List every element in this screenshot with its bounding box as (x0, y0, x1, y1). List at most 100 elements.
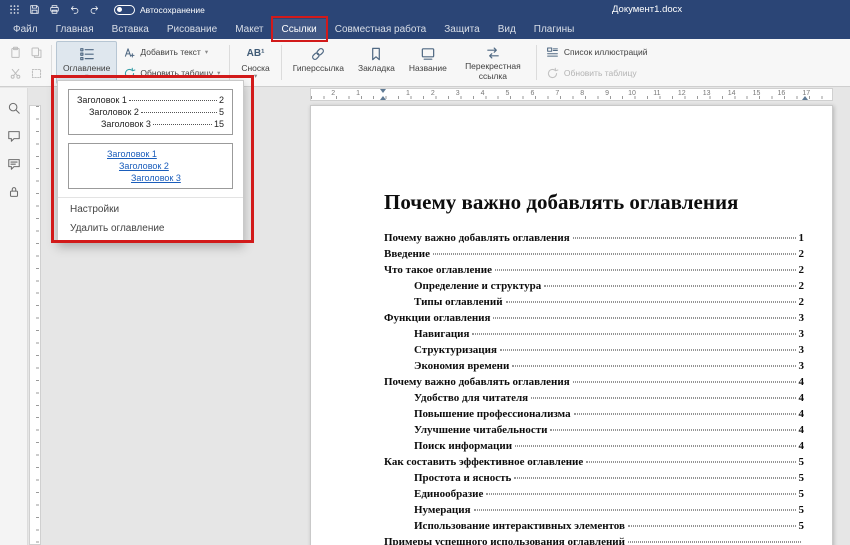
vertical-ruler-strip (29, 105, 41, 545)
title-bar: Автосохранение Документ1.docx (0, 0, 850, 19)
figures-column: Список иллюстраций Обновить таблицу (541, 41, 653, 84)
toc-entry[interactable]: Типы оглавлений2 (384, 294, 804, 310)
toc-preview-entry: Заголовок 315 (77, 118, 224, 130)
toc-entry[interactable]: Примеры успешного использования оглавлен… (384, 534, 804, 545)
toc-entry[interactable]: Использование интерактивных элементов5 (384, 518, 804, 534)
update-table-right-label: Обновить таблицу (564, 68, 637, 78)
add-text-button[interactable]: Добавить текст ▾ (122, 44, 220, 60)
cross-reference-button[interactable]: Перекрестная ссылка (454, 41, 532, 84)
bookmark-button[interactable]: Закладка (351, 41, 402, 84)
toc-entry[interactable]: Простота и ясность5 (384, 470, 804, 486)
chat-button[interactable] (6, 156, 21, 171)
toc-entry[interactable]: Определение и структура2 (384, 278, 804, 294)
app-menu-button[interactable] (6, 2, 23, 17)
tab-draw[interactable]: Рисование (158, 19, 226, 39)
update-table-right-button[interactable]: Обновить таблицу (546, 65, 648, 81)
tab-label: Рисование (167, 24, 217, 35)
toc-entry[interactable]: Структуризация3 (384, 342, 804, 358)
hyperlink-button[interactable]: Гиперссылка (286, 41, 351, 84)
tab-collaboration[interactable]: Совместная работа (326, 19, 436, 39)
comments-button[interactable] (6, 128, 21, 143)
toc-style-classic-option[interactable]: Заголовок 12Заголовок 25Заголовок 315 (68, 89, 233, 135)
left-indent-marker[interactable] (380, 96, 386, 100)
figure-list-button[interactable]: Список иллюстраций (546, 44, 648, 60)
select-all-button[interactable] (26, 63, 46, 83)
autosave-toggle[interactable]: Автосохранение (114, 5, 205, 15)
clipboard-group (5, 41, 46, 84)
tab-plugins[interactable]: Плагины (525, 19, 584, 39)
caption-icon (420, 45, 436, 62)
ruler-number: 13 (703, 90, 711, 97)
toolbar-separator (281, 45, 282, 80)
document-page[interactable]: Почему важно добавлять оглавления Почему… (310, 105, 833, 545)
ruler-number: 4 (481, 90, 485, 97)
tab-file[interactable]: Файл (4, 19, 47, 39)
app-grid-icon (9, 4, 20, 15)
ruler-number: 15 (753, 90, 761, 97)
caption-button[interactable]: Название (402, 41, 454, 84)
save-button[interactable] (26, 2, 43, 17)
undo-button[interactable] (66, 2, 83, 17)
toc-preview-entry: Заголовок 12 (77, 94, 224, 106)
caption-label: Название (409, 63, 447, 73)
ruler-number: 10 (628, 90, 636, 97)
toc-entry[interactable]: Экономия времени3 (384, 358, 804, 374)
update-table-label: Обновить таблицу (140, 68, 213, 78)
tab-label: Файл (13, 24, 38, 35)
ruler-number: 2 (331, 90, 335, 97)
tab-insert[interactable]: Вставка (103, 19, 158, 39)
table-of-contents-button[interactable]: Оглавление ▾ (56, 41, 117, 84)
ruler-number: 3 (456, 90, 460, 97)
toc-entry[interactable]: Как составить эффективное оглавление5 (384, 454, 804, 470)
toc-entry[interactable]: Функции оглавления3 (384, 310, 804, 326)
tab-label: Макет (235, 24, 263, 35)
cut-icon (9, 67, 22, 80)
ruler-number: 5 (506, 90, 510, 97)
toolbar-separator (536, 45, 537, 80)
toc-entry[interactable]: Нумерация5 (384, 502, 804, 518)
toc-entry[interactable]: Почему важно добавлять оглавления4 (384, 374, 804, 390)
toc-icon (79, 45, 95, 62)
toc-entry[interactable]: Навигация3 (384, 326, 804, 342)
footnote-button[interactable]: AB¹ Сноска ▾ (234, 41, 276, 84)
toc-remove-item[interactable]: Удалить оглавление (58, 219, 243, 238)
toc-style-links-option[interactable]: Заголовок 1Заголовок 2Заголовок 3 (68, 143, 233, 189)
update-table-button[interactable]: Обновить таблицу ▾ (122, 65, 220, 81)
right-indent-marker[interactable] (802, 96, 808, 100)
toc-entry[interactable]: Единообразие5 (384, 486, 804, 502)
paste-button[interactable] (5, 42, 25, 62)
tab-label: Вид (498, 24, 516, 35)
redo-button[interactable] (86, 2, 103, 17)
copy-button[interactable] (26, 42, 46, 62)
tab-protection[interactable]: Защита (435, 19, 488, 39)
figure-list-icon (546, 45, 560, 59)
copy-icon (30, 46, 43, 59)
toc-button-label: Оглавление (63, 63, 110, 73)
toc-entry[interactable]: Повышение профессионализма4 (384, 406, 804, 422)
ruler-number: 11 (653, 90, 660, 97)
autosave-switch-icon (114, 5, 135, 15)
tab-references[interactable]: Ссылки (273, 19, 326, 39)
toc-settings-item[interactable]: Настройки (58, 200, 243, 219)
cut-button[interactable] (5, 63, 25, 83)
cross-reference-label: Перекрестная ссылка (461, 62, 525, 82)
toc-entry[interactable]: Что такое оглавление2 (384, 262, 804, 278)
first-line-indent-marker[interactable] (380, 89, 386, 93)
figure-list-label: Список иллюстраций (564, 47, 648, 57)
print-button[interactable] (46, 2, 63, 17)
toc-entry[interactable]: Почему важно добавлять оглавления1 (384, 230, 804, 246)
tab-layout[interactable]: Макет (226, 19, 272, 39)
tab-home[interactable]: Главная (47, 19, 103, 39)
print-icon (49, 4, 60, 15)
tab-view[interactable]: Вид (489, 19, 525, 39)
ruler-number: 1 (406, 90, 410, 97)
search-button[interactable] (6, 100, 21, 115)
footnote-icon: AB¹ (247, 45, 265, 62)
toc-entry[interactable]: Поиск информации4 (384, 438, 804, 454)
toc-entry[interactable]: Введение2 (384, 246, 804, 262)
undo-icon (69, 4, 80, 15)
toc-entry[interactable]: Удобство для читателя4 (384, 390, 804, 406)
vertical-ruler[interactable] (29, 101, 41, 545)
toc-entry[interactable]: Улучшение читабельности4 (384, 422, 804, 438)
protection-button[interactable] (6, 184, 21, 199)
